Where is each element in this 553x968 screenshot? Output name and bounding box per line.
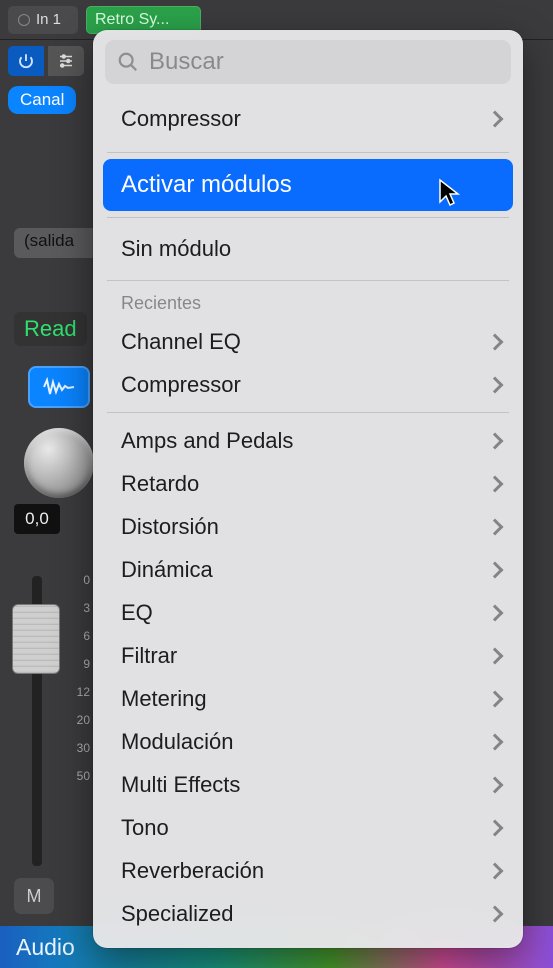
menu-item-eq[interactable]: EQ [93,591,523,634]
chevron-right-icon [487,376,504,393]
power-icon [17,52,35,70]
scale-tick: 12 [72,678,90,706]
menu-item-recent-channel-eq[interactable]: Channel EQ [93,320,523,363]
menu-item-no-module[interactable]: Sin módulo [93,224,523,274]
channel-type-pill[interactable]: Canal [8,86,76,114]
pan-readout: 0,0 [14,504,60,534]
menu-item-compressor[interactable]: Compressor [93,92,523,146]
menu-item-specialized[interactable]: Specialized [93,892,523,935]
fader-cap[interactable] [12,604,60,674]
fader-scale: 0 3 6 9 12 20 30 50 [72,566,90,790]
chevron-right-icon [487,905,504,922]
menu-item-filtrar[interactable]: Filtrar [93,634,523,677]
menu-item-label: Compressor [121,372,241,398]
chevron-right-icon [487,475,504,492]
menu-item-label: Utility [121,944,175,949]
menu-item-label: Activar módulos [121,171,292,199]
scale-tick: 3 [72,594,90,622]
scale-tick: 30 [72,734,90,762]
chevron-right-icon [487,604,504,621]
chevron-right-icon [487,111,504,128]
chevron-right-icon [487,776,504,793]
menu-item-label: Amps and Pedals [121,428,293,454]
menu-item-utility[interactable]: Utility [93,935,523,948]
input-label: In 1 [36,11,61,28]
scale-tick: 50 [72,762,90,790]
chevron-right-icon [487,862,504,879]
menu-item-label: Sin módulo [121,236,231,262]
scale-tick: 6 [72,622,90,650]
menu-item-label: EQ [121,600,153,626]
menu-item-activate-modules[interactable]: Activar módulos [103,159,513,211]
output-slot[interactable]: (salida [14,228,104,258]
separator [107,152,509,153]
chevron-right-icon [487,432,504,449]
menu-list: Compressor Activar módulos Sin módulo Re… [93,92,523,948]
chevron-right-icon [487,333,504,350]
menu-item-reverberacion[interactable]: Reverberación [93,849,523,892]
search-input[interactable] [149,48,499,76]
menu-item-label: Dinámica [121,557,213,583]
menu-item-recent-compressor[interactable]: Compressor [93,363,523,406]
separator [107,217,509,218]
chevron-right-icon [487,561,504,578]
menu-item-label: Multi Effects [121,772,240,798]
menu-item-amps-pedals[interactable]: Amps and Pedals [93,419,523,462]
menu-item-label: Modulación [121,729,234,755]
separator [107,280,509,281]
scale-tick: 0 [72,566,90,594]
recents-header: Recientes [93,287,523,320]
separator [107,412,509,413]
chevron-right-icon [487,690,504,707]
search-field-wrap[interactable] [105,40,511,84]
menu-item-label: Metering [121,686,207,712]
search-icon [117,51,139,73]
menu-item-dinamica[interactable]: − Dinámica [93,548,523,591]
input-indicator-icon [18,14,30,26]
menu-item-label: Tono [121,815,169,841]
input-slot[interactable]: In 1 [8,6,78,34]
menu-item-label: Distorsión [121,514,219,540]
automation-mode[interactable]: Read [14,312,87,346]
scale-tick: 9 [72,650,90,678]
chevron-right-icon [487,647,504,664]
waveform-tile[interactable] [28,366,90,408]
menu-item-multi-effects[interactable]: Multi Effects [93,763,523,806]
instrument-label: Retro Sy... [95,11,169,29]
plugin-menu-popover: Compressor Activar módulos Sin módulo Re… [93,30,523,948]
menu-item-tono[interactable]: Tono [93,806,523,849]
settings-button[interactable] [48,46,84,76]
menu-item-metering[interactable]: Metering [93,677,523,720]
sliders-icon [57,52,75,70]
menu-item-label: Reverberación [121,858,264,884]
menu-item-label: Specialized [121,901,234,927]
power-button[interactable] [8,46,44,76]
chevron-right-icon [487,819,504,836]
menu-item-distorsion[interactable]: Distorsión [93,505,523,548]
chevron-right-icon [487,733,504,750]
waveform-icon [42,377,76,397]
chevron-right-icon [487,518,504,535]
menu-item-label: Compressor [121,106,241,132]
menu-item-retardo[interactable]: Retardo [93,462,523,505]
menu-item-modulacion[interactable]: Modulación [93,720,523,763]
menu-item-label: Filtrar [121,643,177,669]
menu-item-label: Retardo [121,471,199,497]
scale-tick: 20 [72,706,90,734]
menu-item-label: Channel EQ [121,329,241,355]
pan-knob[interactable] [24,428,94,498]
mute-button[interactable]: M [14,878,54,914]
